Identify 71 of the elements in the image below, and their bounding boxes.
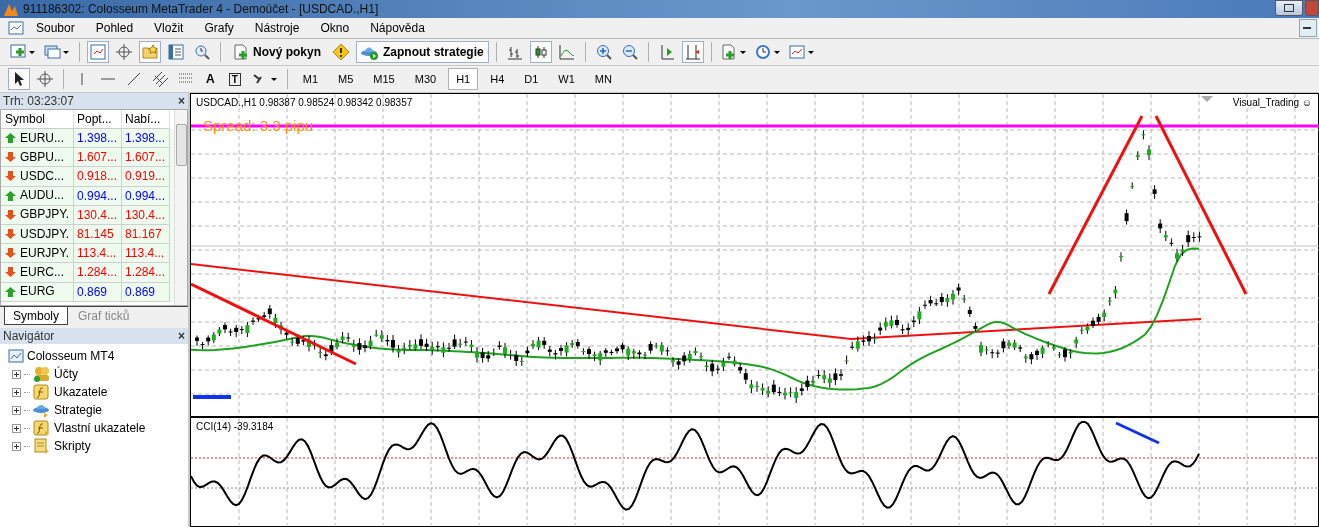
table-cell: GBPJPY.	[1, 205, 74, 225]
hat-icon	[33, 402, 51, 418]
minimize-icon	[1303, 27, 1311, 29]
table-cell: 1.284...	[122, 263, 170, 283]
chart-window-icon	[8, 349, 24, 363]
timeframe-button[interactable]: M5	[330, 68, 362, 90]
scrollbar[interactable]	[174, 110, 187, 305]
tree-item[interactable]: Účty	[54, 367, 78, 381]
tree-item[interactable]: Vlastní ukazatele	[54, 421, 146, 435]
tab[interactable]: Symboly	[4, 307, 68, 325]
scroll-icon	[33, 438, 51, 454]
chart-header: USDCAD.,H1 0.98387 0.98524 0.98342 0.98357	[196, 97, 413, 108]
toolbar-button[interactable]: Nový pokyn	[228, 41, 326, 63]
timeframe-button[interactable]: M1	[294, 68, 327, 90]
text-tool[interactable]: A	[201, 68, 220, 90]
timeframe-button[interactable]: M30	[406, 68, 445, 90]
table-cell: EURG	[1, 282, 74, 302]
table-cell: AUDU...	[1, 186, 74, 206]
timeframe-button[interactable]: W1	[550, 68, 583, 90]
shift-marker-icon	[1201, 96, 1213, 102]
panel-title: Trh: 03:23:07	[3, 94, 74, 108]
line-segment	[193, 395, 231, 399]
minimize-button[interactable]	[1299, 19, 1317, 37]
window-title: 911186302: Colosseum MetaTrader 4 - Demoúčet - [USDCAD.,H1]	[23, 2, 379, 16]
panel-title: Navigátor	[3, 329, 55, 343]
table-cell: EURC...	[1, 263, 74, 283]
table-cell: 0.994...	[74, 186, 122, 206]
table-cell: 130.4...	[74, 205, 122, 225]
menu-item[interactable]: Okno	[310, 21, 361, 35]
tree-item[interactable]: Skripty	[54, 439, 91, 453]
table-cell: 0.918...	[74, 167, 122, 187]
table-cell: 0.919...	[122, 167, 170, 187]
timeframe-button[interactable]: H1	[448, 68, 479, 90]
label-tool[interactable]: T	[223, 68, 246, 90]
table-cell: 130.4...	[122, 205, 170, 225]
timeframe-button[interactable]: MN	[586, 68, 620, 90]
chart-label: Visual_Trading ☺	[1232, 97, 1312, 108]
expand-icon[interactable]	[12, 441, 21, 451]
menu-item[interactable]: Soubor	[26, 21, 86, 35]
menu-item[interactable]: Nástroje	[244, 21, 311, 35]
tree-item[interactable]: Ukazatele	[54, 385, 108, 399]
tree-item[interactable]: Strategie	[54, 403, 103, 417]
function-icon	[33, 420, 51, 436]
menu-item[interactable]: Vložit	[144, 21, 195, 35]
timeframe-button[interactable]: M15	[365, 68, 403, 90]
expand-icon[interactable]	[12, 423, 21, 433]
indicator-label: CCI(14) -39.3184	[196, 421, 274, 432]
maximize-button[interactable]	[1275, 0, 1303, 16]
close-button[interactable]: ×	[178, 329, 185, 343]
chart-window-icon	[8, 20, 24, 36]
table-cell: 0.869	[122, 282, 170, 302]
table-cell: 0.994...	[122, 186, 170, 206]
document-plus-icon	[233, 44, 249, 60]
toolbar-button[interactable]: Zapnout strategie	[356, 41, 489, 63]
expand-icon[interactable]	[12, 405, 21, 415]
maximize-icon	[1284, 4, 1294, 12]
table-cell: USDC...	[1, 167, 74, 187]
timeframe-button[interactable]: H4	[482, 68, 513, 90]
line-segment	[1115, 421, 1160, 445]
menu-item[interactable]: Nápověda	[360, 21, 436, 35]
expand-icon[interactable]	[12, 369, 21, 379]
expand-icon[interactable]	[12, 387, 21, 397]
menu-item[interactable]: Grafy	[194, 21, 245, 35]
timeframe-button[interactable]: D1	[516, 68, 547, 90]
menu-item[interactable]: Pohled	[85, 21, 145, 35]
table-cell: 0.869	[74, 282, 122, 302]
tree-item[interactable]: Colosseum MT4	[27, 349, 115, 363]
close-button[interactable]: ×	[178, 94, 185, 108]
people-icon	[33, 366, 51, 382]
function-icon	[33, 384, 51, 400]
table-cell: 1.284...	[74, 263, 122, 283]
